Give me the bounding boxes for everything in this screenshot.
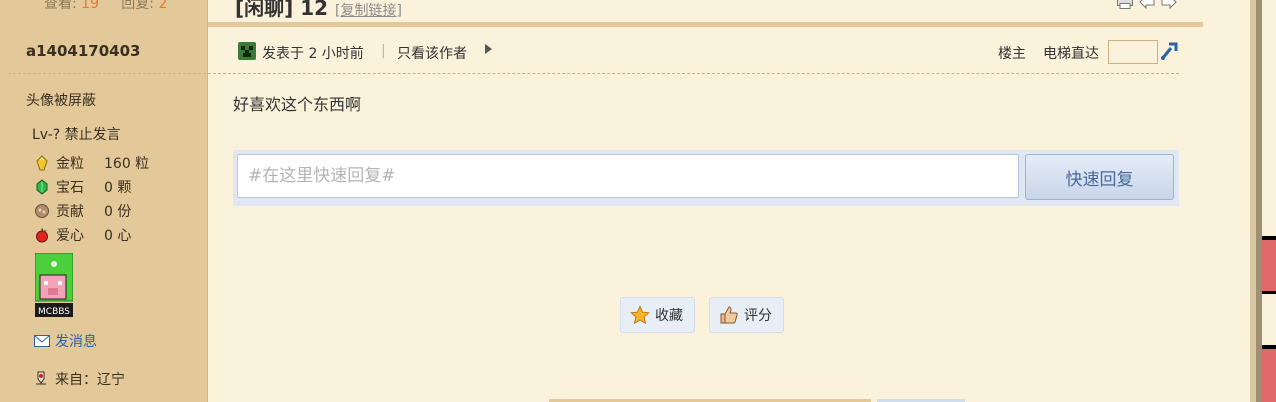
favorite-button[interactable]: 收藏 bbox=[620, 297, 695, 333]
stat-label: 贡献 bbox=[56, 204, 84, 220]
print-icon[interactable] bbox=[1117, 0, 1133, 9]
favorite-label: 收藏 bbox=[655, 308, 683, 324]
avatar-blocked-text: 头像被屏蔽 bbox=[26, 93, 96, 109]
views-count: 19 bbox=[81, 0, 99, 12]
apple-icon bbox=[36, 228, 48, 243]
arrow-right-icon[interactable] bbox=[485, 44, 492, 54]
mcbbs-medal-icon[interactable]: MCBBS bbox=[35, 253, 73, 317]
side-decoration bbox=[1262, 236, 1276, 294]
replies-label: 回复: bbox=[121, 0, 154, 12]
contribution-icon bbox=[35, 204, 49, 218]
previous-thread-icon[interactable] bbox=[1139, 0, 1155, 9]
replies-count: 2 bbox=[158, 0, 168, 12]
thread-stats: 查看: 19 回复: 2 bbox=[44, 0, 167, 13]
quick-reply-box: 快速回复 bbox=[233, 150, 1179, 206]
rate-label: 评分 bbox=[744, 308, 772, 324]
medal-label: MCBBS bbox=[38, 307, 70, 317]
floor-label: 楼主 bbox=[998, 46, 1026, 62]
rate-button[interactable]: 评分 bbox=[709, 297, 784, 333]
thread-title-text: [闲聊] 12 bbox=[235, 0, 329, 20]
stat-value: 0 份 bbox=[104, 204, 132, 220]
creeper-icon bbox=[238, 42, 256, 60]
floor-jump-input[interactable] bbox=[1108, 40, 1158, 64]
next-thread-icon[interactable] bbox=[1161, 0, 1177, 9]
thumbs-up-icon bbox=[720, 306, 738, 324]
send-message-label: 发消息 bbox=[55, 334, 97, 350]
thread-title: [闲聊] 12 [复制链接] bbox=[235, 0, 402, 21]
envelope-icon bbox=[34, 335, 50, 347]
user-level: Lv-? 禁止发言 bbox=[32, 127, 121, 143]
stat-contribution: 贡献 0 份 bbox=[34, 201, 131, 221]
stat-gem: 宝石 0 颗 bbox=[34, 177, 131, 197]
stat-heart: 爱心 0 心 bbox=[34, 225, 131, 245]
side-decoration bbox=[1262, 345, 1276, 402]
post-meta-bar: 发表于 2 小时前 | 只看该作者 楼主 电梯直达 bbox=[208, 37, 1179, 74]
author-name[interactable]: a1404170403 bbox=[26, 42, 141, 60]
posted-time: 发表于 2 小时前 bbox=[262, 46, 364, 62]
post-content: 好喜欢这个东西啊 bbox=[233, 95, 362, 114]
stat-value: 160 粒 bbox=[104, 156, 150, 172]
send-message-link[interactable]: 发消息 bbox=[34, 331, 97, 351]
author-sidebar: 查看: 19 回复: 2 a1404170403 头像被屏蔽 Lv-? 禁止发言… bbox=[0, 0, 208, 402]
elevator-label: 电梯直达 bbox=[1043, 46, 1099, 62]
location: 来自：辽宁 bbox=[32, 369, 125, 389]
stat-value: 0 颗 bbox=[104, 180, 132, 196]
stat-label: 宝石 bbox=[56, 180, 84, 196]
side-strip bbox=[1262, 0, 1276, 402]
stat-label: 爱心 bbox=[56, 228, 84, 244]
divider bbox=[8, 73, 206, 74]
meta-separator: | bbox=[381, 43, 386, 59]
only-author-link[interactable]: 只看该作者 bbox=[397, 43, 467, 63]
stat-label: 金粒 bbox=[56, 156, 84, 172]
quick-reply-input[interactable] bbox=[237, 154, 1019, 198]
location-text: 来自：辽宁 bbox=[55, 372, 125, 388]
stat-gold: 金粒 160 粒 bbox=[34, 153, 149, 173]
gold-nugget-icon bbox=[36, 155, 48, 171]
emerald-icon bbox=[36, 179, 48, 195]
copy-link[interactable]: [复制链接] bbox=[335, 3, 402, 19]
thread-title-bar: [闲聊] 12 [复制链接] bbox=[208, 0, 1203, 27]
views-label: 查看: bbox=[44, 0, 77, 12]
jump-icon[interactable] bbox=[1158, 40, 1180, 62]
quick-reply-button[interactable]: 快速回复 bbox=[1025, 154, 1174, 200]
title-tools bbox=[1117, 0, 1177, 9]
stat-value: 0 心 bbox=[104, 228, 132, 244]
location-pin-icon bbox=[36, 371, 46, 385]
star-icon bbox=[630, 305, 650, 325]
